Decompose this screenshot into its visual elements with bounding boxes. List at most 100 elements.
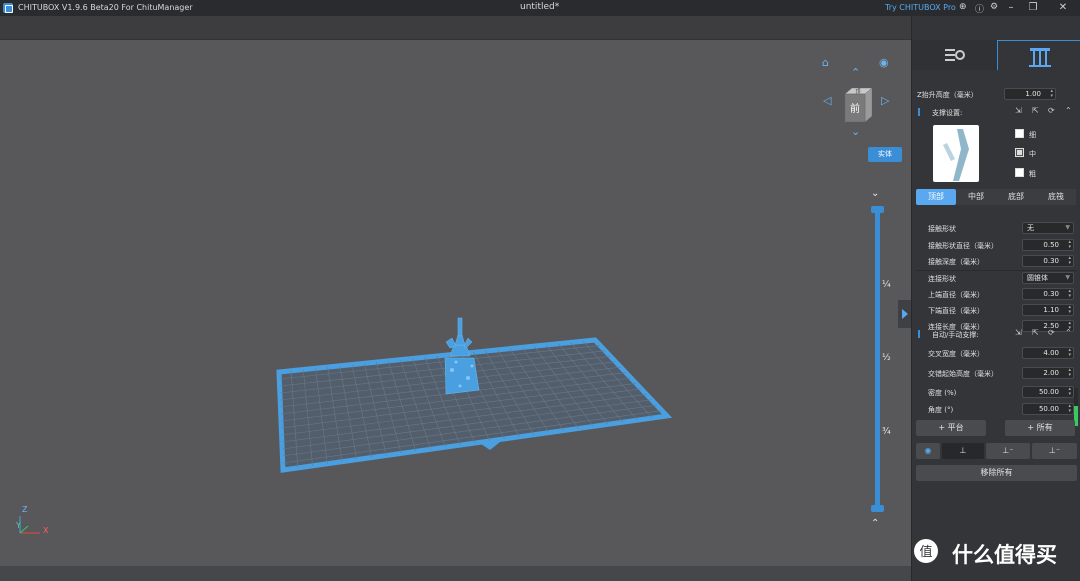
- layer-slider-bottom-handle[interactable]: [871, 505, 884, 512]
- reset-icon[interactable]: ⟳: [1048, 106, 1055, 115]
- axis-x-label: X: [43, 526, 49, 535]
- tab-bottom[interactable]: 底部: [996, 189, 1036, 205]
- auto-param-input[interactable]: 2.00 ▴ ▾: [1022, 367, 1074, 379]
- home-view-icon[interactable]: ⌂: [822, 56, 829, 69]
- toolbar-strip: [0, 16, 911, 40]
- param-select[interactable]: 无 ▼: [1022, 222, 1074, 234]
- z-lift-input[interactable]: 1.00 ▴ ▾: [1004, 88, 1056, 100]
- auto-param-input[interactable]: 50.00 ▴ ▾: [1022, 386, 1074, 398]
- slice-settings-icon: [945, 49, 965, 61]
- axis-y-label: Y: [16, 521, 21, 530]
- show-supports-eye-icon[interactable]: ◉: [916, 443, 940, 459]
- param-label: 上端直径（毫米）: [928, 291, 984, 299]
- param-select[interactable]: 圆锥体 ▼: [1022, 272, 1074, 284]
- param-label: 下端直径（毫米）: [928, 307, 984, 315]
- view-cube-top-label: 顶: [855, 89, 860, 95]
- tab-slice-settings[interactable]: [912, 40, 996, 70]
- globe-icon[interactable]: ⊕: [959, 2, 967, 12]
- param-input[interactable]: 0.30 ▴ ▾: [1022, 255, 1074, 267]
- app-title: CHITUBOX V1.9.6 Beta20 For ChituManager: [18, 3, 193, 12]
- support-settings-title: 支撑设置:: [932, 109, 963, 117]
- layer-slider-top-handle[interactable]: [871, 206, 884, 213]
- size-medium-label: 中: [1029, 150, 1036, 158]
- export-icon[interactable]: ⇱: [1032, 328, 1039, 337]
- add-all-support-button[interactable]: + 所有: [1005, 420, 1075, 436]
- info-icon[interactable]: ⓘ: [975, 2, 984, 15]
- import-icon[interactable]: ⇲: [1015, 328, 1022, 337]
- auto-param-input[interactable]: 4.00 ▴ ▾: [1022, 347, 1074, 359]
- param-row: 上端直径（毫米） 0.30 ▴ ▾: [912, 288, 1080, 302]
- support-icon: [1029, 48, 1051, 67]
- support-tool-remove-icon[interactable]: ⊥⁻: [986, 443, 1030, 459]
- add-platform-support-button[interactable]: + 平台: [916, 420, 986, 436]
- auto-param-label: 交错起始高度（毫米）: [928, 370, 998, 378]
- param-row: 连接形状 圆锥体 ▼: [912, 272, 1080, 286]
- support-settings-header: 支撑设置: ⇲ ⇱ ⟳ ⌃: [912, 105, 1080, 119]
- param-label: 接触深度（毫米）: [928, 258, 984, 266]
- view-cube[interactable]: 顶 前: [842, 88, 872, 122]
- param-row: 接触形状直径（毫米） 0.50 ▴ ▾: [912, 239, 1080, 253]
- auto-param-row: 角度 (°) 50.00 ▴ ▾: [912, 403, 1080, 417]
- auto-param-label: 角度 (°): [928, 406, 954, 414]
- auto-param-value: 4.00: [1043, 349, 1059, 357]
- param-value: 0.30: [1043, 290, 1059, 298]
- rotate-right-icon[interactable]: ▷: [881, 94, 889, 107]
- tab-support[interactable]: [997, 40, 1080, 70]
- chitubox-window: CHITUBOX V1.9.6 Beta20 For ChituManager …: [0, 0, 1080, 581]
- remove-all-supports-button[interactable]: 移除所有: [916, 465, 1077, 481]
- slider-mark-three-quarter: ¾: [882, 427, 891, 437]
- size-medium-checkbox[interactable]: [1015, 148, 1024, 157]
- slider-expand-icon[interactable]: ⌃: [871, 518, 879, 529]
- tab-middle[interactable]: 中部: [956, 189, 996, 205]
- rotate-down-icon[interactable]: ⌄: [851, 125, 860, 138]
- layer-slider-track[interactable]: [875, 208, 880, 508]
- auto-param-label: 交叉宽度（毫米）: [928, 350, 984, 358]
- title-bar: CHITUBOX V1.9.6 Beta20 For ChituManager …: [0, 0, 1080, 16]
- param-row: 接触深度（毫米） 0.30 ▴ ▾: [912, 255, 1080, 271]
- status-bar: [0, 566, 911, 581]
- support-tool-delete-icon[interactable]: ⊥⁻: [1032, 443, 1077, 459]
- platform-front-marker: [478, 442, 500, 450]
- export-icon[interactable]: ⇱: [1032, 106, 1039, 115]
- eye-icon[interactable]: ◉: [879, 56, 889, 69]
- param-input[interactable]: 0.50 ▴ ▾: [1022, 239, 1074, 251]
- param-value: 1.10: [1043, 306, 1059, 314]
- minimize-button[interactable]: –: [1000, 1, 1022, 15]
- tab-raft[interactable]: 底筏: [1036, 189, 1076, 205]
- size-thin-checkbox[interactable]: [1015, 129, 1024, 138]
- param-row: 接触形状 无 ▼: [912, 222, 1080, 236]
- tab-top[interactable]: 顶部: [916, 189, 956, 205]
- collapse-icon[interactable]: ⌃: [1065, 106, 1072, 115]
- maximize-button[interactable]: ❐: [1022, 1, 1044, 15]
- slider-collapse-icon[interactable]: ⌄: [871, 188, 879, 199]
- try-pro-link[interactable]: Try CHITUBOX Pro: [885, 3, 956, 12]
- auto-param-input[interactable]: 50.00 ▴ ▾: [1022, 403, 1074, 415]
- support-tool-single-icon[interactable]: ⊥: [942, 443, 984, 459]
- size-thick-checkbox[interactable]: [1015, 168, 1024, 177]
- param-input[interactable]: 1.10 ▴ ▾: [1022, 304, 1074, 316]
- solid-view-button[interactable]: 实体: [868, 147, 902, 162]
- close-button[interactable]: ✕: [1052, 1, 1074, 15]
- z-lift-value: 1.00: [1025, 90, 1041, 98]
- auto-param-row: 密度 (%) 50.00 ▴ ▾: [912, 386, 1080, 400]
- import-icon[interactable]: ⇲: [1015, 106, 1022, 115]
- rotate-up-icon[interactable]: ⌃: [851, 66, 860, 79]
- param-value: 0.50: [1043, 241, 1059, 249]
- auto-param-value: 50.00: [1038, 388, 1059, 396]
- collapse-icon[interactable]: ⌃: [1065, 328, 1072, 337]
- 3d-viewport[interactable]: Z Y X ⌂ ◉ ⌃ ◁ ▷ ⌄ 顶 前 实体 ⌄ ¼ ½ ¾ ⌃: [0, 40, 911, 568]
- app-logo-icon: [3, 3, 13, 13]
- rotate-left-icon[interactable]: ◁: [823, 94, 831, 107]
- reset-icon[interactable]: ⟳: [1048, 328, 1055, 337]
- watermark-text: 什么值得买: [952, 543, 1057, 567]
- param-value: 圆锥体: [1027, 274, 1048, 282]
- settings-icon[interactable]: ⚙: [990, 2, 998, 12]
- panel-toggle-icon[interactable]: [898, 300, 911, 328]
- size-thick-label: 粗: [1029, 170, 1036, 178]
- axis-z-label: Z: [22, 505, 28, 514]
- svg-text:值: 值: [919, 544, 932, 560]
- support-part-tabs: 顶部 中部 底部 底筏: [916, 189, 1077, 205]
- param-label: 接触形状: [928, 225, 956, 233]
- view-cube-front-label: 前: [850, 102, 860, 115]
- param-input[interactable]: 0.30 ▴ ▾: [1022, 288, 1074, 300]
